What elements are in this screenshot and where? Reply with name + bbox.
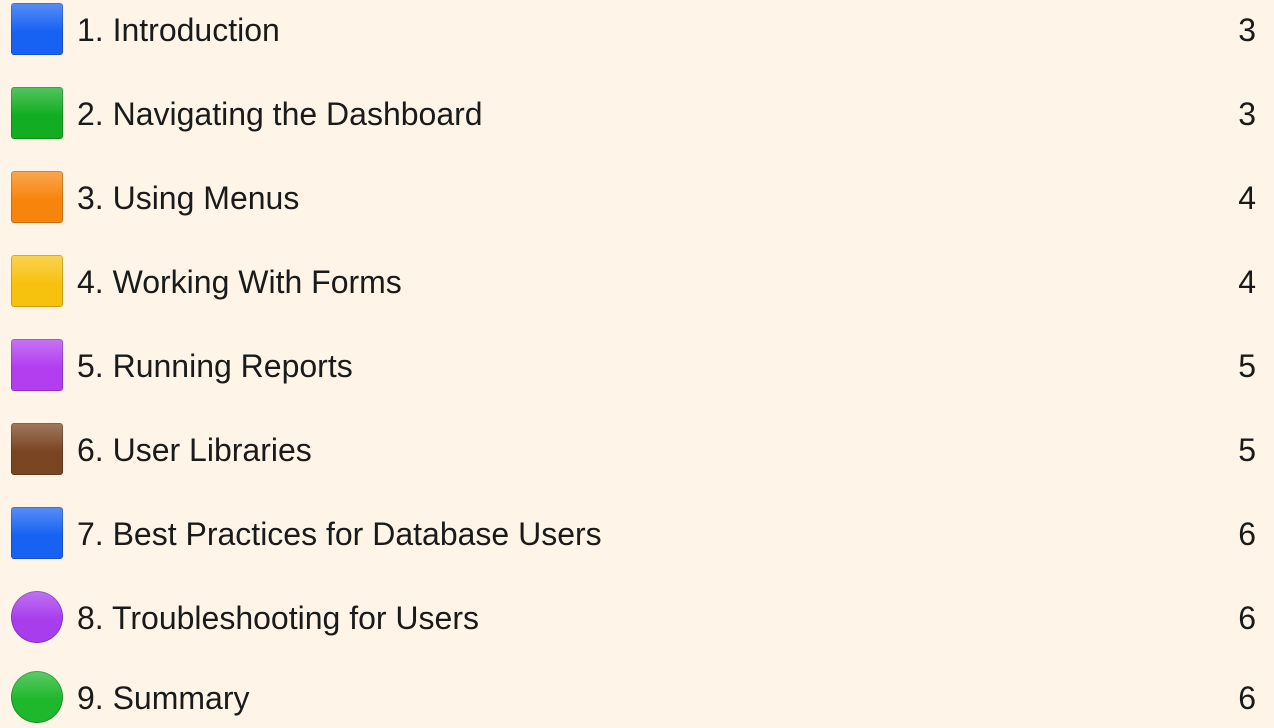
toc-title: 4. Working With Forms <box>77 264 402 300</box>
toc-page-number: 5 <box>1238 432 1256 468</box>
toc-title: 9. Summary <box>77 680 250 716</box>
toc-title: 8. Troubleshooting for Users <box>77 600 479 636</box>
toc-title: 2. Navigating the Dashboard <box>77 96 483 132</box>
blue-square-icon <box>11 507 63 559</box>
toc-row-working-with-forms[interactable]: 4. Working With Forms 4 <box>0 252 1274 312</box>
table-of-contents: 1. Introduction 3 2. Navigating the Dash… <box>0 0 1274 723</box>
toc-title: 5. Running Reports <box>77 348 353 384</box>
toc-title: 1. Introduction <box>77 12 280 48</box>
toc-page-number: 3 <box>1238 96 1256 132</box>
toc-row-best-practices[interactable]: 7. Best Practices for Database Users 6 <box>0 504 1274 564</box>
toc-title: 6. User Libraries <box>77 432 312 468</box>
yellow-square-icon <box>11 255 63 307</box>
orange-square-icon <box>11 171 63 223</box>
toc-page-number: 3 <box>1238 12 1256 48</box>
toc-title: 3. Using Menus <box>77 180 300 216</box>
brown-square-icon <box>11 423 63 475</box>
toc-row-summary[interactable]: 9. Summary 6 <box>0 668 1274 728</box>
toc-row-using-menus[interactable]: 3. Using Menus 4 <box>0 168 1274 228</box>
green-circle-icon <box>11 671 63 723</box>
toc-page-number: 4 <box>1238 264 1256 300</box>
toc-row-troubleshooting[interactable]: 8. Troubleshooting for Users 6 <box>0 588 1274 648</box>
green-square-icon <box>11 87 63 139</box>
blue-square-icon <box>11 3 63 55</box>
toc-row-navigating-dashboard[interactable]: 2. Navigating the Dashboard 3 <box>0 84 1274 144</box>
purple-circle-icon <box>11 591 63 643</box>
toc-title: 7. Best Practices for Database Users <box>77 516 602 552</box>
toc-row-introduction[interactable]: 1. Introduction 3 <box>0 0 1274 60</box>
toc-page-number: 4 <box>1238 180 1256 216</box>
toc-page-number: 6 <box>1238 680 1256 716</box>
toc-page-number: 6 <box>1238 600 1256 636</box>
toc-row-user-libraries[interactable]: 6. User Libraries 5 <box>0 420 1274 480</box>
toc-row-running-reports[interactable]: 5. Running Reports 5 <box>0 336 1274 396</box>
purple-square-icon <box>11 339 63 391</box>
toc-page-number: 6 <box>1238 516 1256 552</box>
toc-page-number: 5 <box>1238 348 1256 384</box>
